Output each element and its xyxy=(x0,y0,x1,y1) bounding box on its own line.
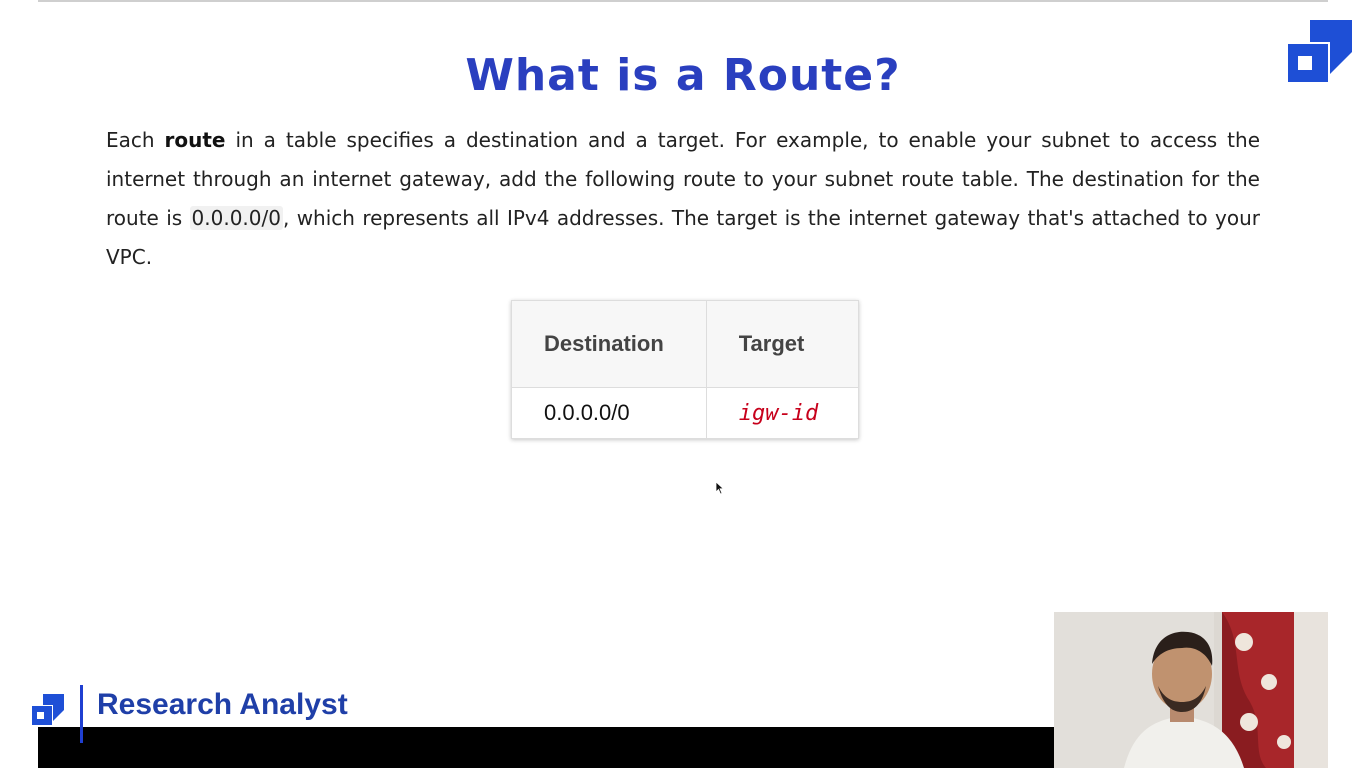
table-header-row: Destination Target xyxy=(511,300,860,388)
slide-title: What is a Route? xyxy=(465,50,901,101)
cidr-code: 0.0.0.0/0 xyxy=(189,206,283,230)
cell-destination: 0.0.0.0/0 xyxy=(511,387,707,439)
header-destination: Destination xyxy=(511,300,707,388)
header-target: Target xyxy=(705,300,860,388)
brand-watermark: Research Analyst xyxy=(30,676,348,743)
top-divider xyxy=(38,0,1328,2)
brand-name: Research Analyst xyxy=(97,688,348,721)
brand-divider xyxy=(80,685,83,743)
paragraph-intro: Each xyxy=(106,128,165,152)
body-paragraph: Each route in a table specifies a destin… xyxy=(106,121,1260,277)
cell-target: igw-id xyxy=(705,387,860,439)
footer-bar xyxy=(38,727,1054,768)
table-row: 0.0.0.0/0 igw-id xyxy=(511,387,860,439)
cube-logo-icon xyxy=(32,694,64,725)
route-table: Destination Target 0.0.0.0/0 igw-id xyxy=(511,300,860,439)
slide: What is a Route? Each route in a table s… xyxy=(0,0,1366,768)
keyword-route: route xyxy=(164,128,226,152)
presenter-webcam xyxy=(1054,612,1328,768)
mouse-cursor-icon xyxy=(715,481,725,495)
